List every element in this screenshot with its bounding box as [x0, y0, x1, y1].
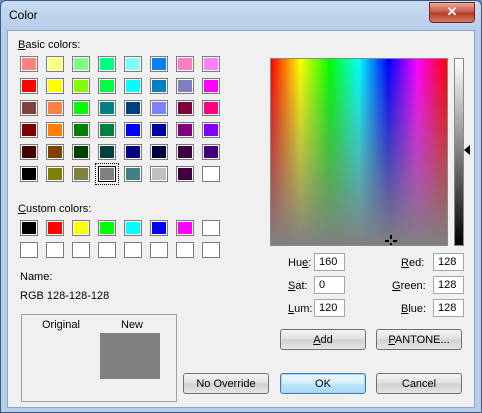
original-label: Original [42, 319, 80, 331]
custom-color-swatch[interactable] [98, 220, 116, 236]
custom-color-swatch[interactable] [124, 220, 142, 236]
basic-color-swatch[interactable] [150, 122, 168, 138]
custom-color-swatch[interactable] [20, 220, 38, 236]
blue-field[interactable] [433, 299, 464, 317]
custom-color-swatch[interactable] [150, 220, 168, 236]
name-value: RGB 128-128-128 [20, 290, 110, 302]
close-button[interactable]: ✕ [429, 2, 475, 23]
no-override-button[interactable]: No Override [183, 373, 269, 394]
red-label: Red: [401, 257, 425, 269]
sat-field[interactable] [314, 276, 345, 294]
basic-color-swatch[interactable] [46, 100, 64, 116]
basic-color-swatch[interactable] [176, 100, 194, 116]
basic-color-swatch[interactable] [20, 144, 38, 160]
basic-color-swatch[interactable] [176, 122, 194, 138]
window-title: Color [9, 8, 38, 22]
pantone-button[interactable]: PANTONE... [376, 329, 462, 350]
new-color-swatch [100, 333, 160, 379]
basic-color-swatch[interactable] [98, 100, 116, 116]
basic-color-swatch[interactable] [202, 166, 220, 182]
basic-color-swatch[interactable] [176, 166, 194, 182]
basic-color-swatch[interactable] [72, 100, 90, 116]
custom-colors-label: Custom colors: [18, 203, 92, 215]
basic-color-swatch[interactable] [46, 56, 64, 72]
basic-color-swatch[interactable] [150, 166, 168, 182]
green-label: Green: [392, 280, 426, 292]
custom-color-swatch[interactable] [202, 220, 220, 236]
basic-color-swatch[interactable] [202, 144, 220, 160]
basic-color-swatch[interactable] [176, 78, 194, 94]
basic-color-swatch[interactable] [202, 56, 220, 72]
add-button[interactable]: Add [280, 329, 366, 350]
custom-color-swatch[interactable] [150, 242, 168, 258]
lum-field[interactable] [314, 299, 345, 317]
basic-color-swatch[interactable] [124, 166, 142, 182]
luminosity-slider[interactable] [454, 58, 464, 246]
title-bar[interactable]: Color ✕ [1, 1, 481, 29]
basic-color-swatch[interactable] [20, 122, 38, 138]
basic-color-swatch[interactable] [20, 56, 38, 72]
custom-color-swatch[interactable] [46, 242, 64, 258]
new-label: New [121, 319, 144, 331]
ok-button[interactable]: OK [280, 373, 366, 394]
custom-color-swatch[interactable] [98, 242, 116, 258]
hue-field[interactable] [314, 253, 345, 271]
saturation-gradient [271, 59, 447, 245]
basic-color-swatch[interactable] [202, 78, 220, 94]
basic-color-swatch[interactable] [124, 100, 142, 116]
basic-color-swatch[interactable] [124, 122, 142, 138]
lum-label: Lum: [288, 303, 313, 315]
basic-color-swatch[interactable] [72, 122, 90, 138]
basic-color-swatch[interactable] [72, 166, 90, 182]
basic-color-swatch[interactable] [20, 100, 38, 116]
basic-color-swatch[interactable] [176, 144, 194, 160]
basic-color-swatch[interactable] [150, 56, 168, 72]
custom-color-swatch[interactable] [124, 242, 142, 258]
custom-color-swatch[interactable] [202, 242, 220, 258]
basic-color-swatch[interactable] [98, 122, 116, 138]
basic-color-swatch[interactable] [20, 166, 38, 182]
basic-color-swatch[interactable] [202, 122, 220, 138]
custom-color-swatch[interactable] [72, 242, 90, 258]
basic-color-swatch[interactable] [124, 56, 142, 72]
cancel-button[interactable]: Cancel [376, 373, 462, 394]
basic-color-swatch[interactable] [46, 122, 64, 138]
basic-color-swatch[interactable] [150, 144, 168, 160]
basic-color-swatch[interactable] [20, 78, 38, 94]
basic-color-swatch[interactable] [46, 144, 64, 160]
green-field[interactable] [433, 276, 464, 294]
basic-color-swatch[interactable] [72, 144, 90, 160]
crosshair-icon[interactable] [385, 235, 397, 245]
basic-color-swatch[interactable] [124, 144, 142, 160]
basic-color-swatch[interactable] [124, 78, 142, 94]
basic-color-swatch[interactable] [98, 78, 116, 94]
basic-color-swatch[interactable] [176, 56, 194, 72]
custom-color-swatch[interactable] [176, 220, 194, 236]
basic-color-swatch[interactable] [72, 56, 90, 72]
basic-color-swatch[interactable] [98, 56, 116, 72]
color-spectrum[interactable] [270, 58, 448, 246]
luminosity-arrow-icon[interactable] [464, 145, 470, 155]
custom-color-swatch[interactable] [176, 242, 194, 258]
red-field[interactable] [433, 253, 464, 271]
basic-color-swatch[interactable] [72, 78, 90, 94]
custom-color-swatch[interactable] [72, 220, 90, 236]
basic-color-swatch[interactable] [46, 166, 64, 182]
hue-label: Hue: [288, 257, 312, 269]
blue-label: Blue: [401, 303, 427, 315]
basic-colors-label: Basic colors: [18, 39, 81, 51]
dialog-client-area: Basic colors: Custom colors: Name: RGB 1… [7, 30, 475, 408]
sat-label: Sat: [288, 280, 308, 292]
basic-color-swatch[interactable] [150, 100, 168, 116]
basic-color-swatch[interactable] [202, 100, 220, 116]
custom-color-swatch[interactable] [46, 220, 64, 236]
basic-color-swatch[interactable] [46, 78, 64, 94]
custom-color-swatch[interactable] [20, 242, 38, 258]
basic-color-swatch[interactable] [95, 163, 119, 185]
basic-color-swatch[interactable] [98, 144, 116, 160]
name-label: Name: [20, 271, 53, 283]
color-dialog-window: Color ✕ Basic colors: Custom colors: Nam… [0, 0, 482, 413]
basic-color-swatch[interactable] [150, 78, 168, 94]
